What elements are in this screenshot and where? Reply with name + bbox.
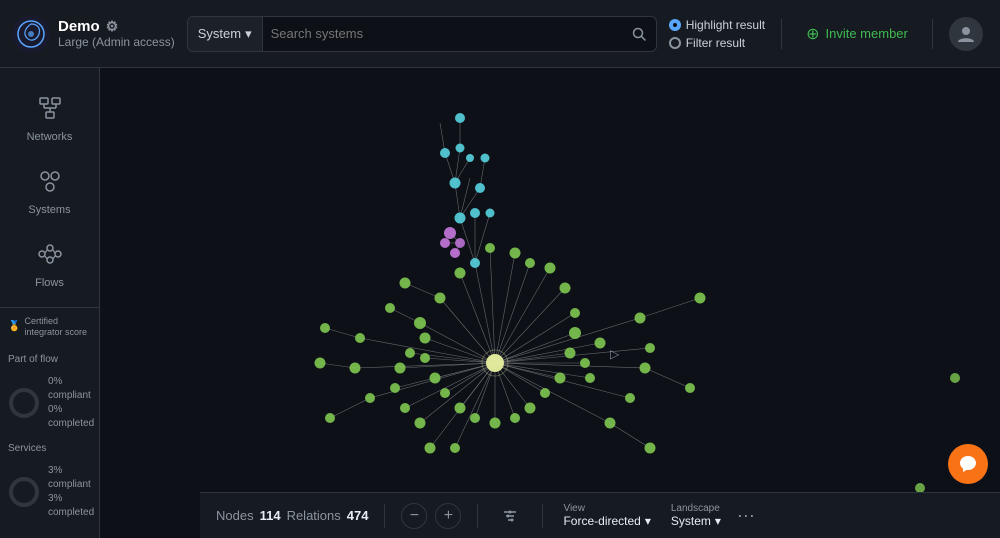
part-of-flow-circle [8, 387, 40, 419]
services-score: 3% compliant 3% completed [0, 460, 99, 524]
zoom-controls: − + [401, 503, 461, 529]
services-circle [8, 476, 40, 508]
zoom-in-button[interactable]: + [435, 503, 461, 529]
header: Demo ⚙ Large (Admin access) System ▾ Hig… [0, 0, 1000, 68]
main-content: Networks Systems [0, 68, 1000, 538]
svg-text:▷: ▷ [610, 347, 620, 361]
view-selector: View Force-directed ▾ [563, 503, 650, 528]
user-avatar[interactable] [949, 17, 983, 51]
networks-label: Networks [27, 131, 73, 143]
sidebar-item-networks[interactable]: Networks [4, 84, 95, 153]
flows-icon [36, 240, 64, 273]
part-of-flow-text: 0% compliant 0% completed [48, 375, 94, 431]
chat-button[interactable] [948, 444, 988, 484]
header-divider [781, 19, 782, 49]
chevron-down-icon: ▾ [645, 514, 651, 528]
score-title: 🏅 Certified integrator score [8, 316, 91, 338]
more-options-button[interactable]: ··· [733, 505, 759, 526]
search-input[interactable] [263, 26, 622, 41]
view-value-dropdown[interactable]: Force-directed ▾ [563, 514, 650, 528]
flows-label: Flows [35, 277, 64, 289]
graph-stats: Nodes 114 Relations 474 [216, 508, 368, 523]
chevron-down-icon: ▾ [245, 26, 252, 42]
relations-count: 474 [347, 508, 369, 523]
bottom-toolbar: Nodes 114 Relations 474 − + [200, 492, 1000, 538]
services-label: Services [0, 439, 99, 456]
systems-label: Systems [28, 204, 70, 216]
part-of-flow-score: 0% compliant 0% completed [0, 371, 99, 435]
network-graph[interactable]: ▷ [100, 68, 1000, 538]
settings-icon[interactable]: ⚙ [106, 18, 119, 35]
services-text: 3% compliant 3% completed [48, 464, 94, 520]
bar-divider-3 [542, 504, 543, 528]
sidebar: Networks Systems [0, 68, 100, 538]
app-logo [12, 15, 50, 53]
search-button[interactable] [622, 17, 656, 51]
search-mode-options: Highlight result Filter result [669, 18, 765, 50]
sidebar-item-systems[interactable]: Systems [4, 157, 95, 226]
highlight-result-option[interactable]: Highlight result [669, 18, 765, 32]
bar-divider-1 [384, 504, 385, 528]
search-type-dropdown[interactable]: System ▾ [188, 17, 263, 51]
part-of-flow-label: Part of flow [0, 350, 99, 367]
filter-radio [669, 37, 681, 49]
graph-area[interactable]: ▷ Nodes 114 Relations 474 − + [100, 68, 1000, 538]
landscape-selector: Landscape System ▾ [671, 503, 721, 528]
header-divider-2 [932, 19, 933, 49]
sidebar-item-flows[interactable]: Flows [4, 230, 95, 299]
app-title: Demo ⚙ [58, 18, 175, 35]
sidebar-score-section: 🏅 Certified integrator score [0, 307, 99, 346]
app-subtitle: Large (Admin access) [58, 35, 175, 49]
plus-circle-icon: ⊕ [806, 24, 819, 44]
bar-divider-2 [477, 504, 478, 528]
landscape-value-dropdown[interactable]: System ▾ [671, 514, 721, 528]
chevron-down-icon: ▾ [715, 514, 721, 528]
filter-controls-button[interactable] [494, 508, 526, 524]
highlight-radio [669, 19, 681, 31]
filter-result-option[interactable]: Filter result [669, 36, 765, 50]
zoom-out-button[interactable]: − [401, 503, 427, 529]
search-bar: System ▾ [187, 16, 657, 52]
nodes-count: 114 [260, 508, 281, 523]
logo-text: Demo ⚙ Large (Admin access) [58, 18, 175, 49]
networks-icon [36, 94, 64, 127]
systems-icon [36, 167, 64, 200]
invite-member-button[interactable]: ⊕ Invite member [798, 24, 916, 44]
logo-area: Demo ⚙ Large (Admin access) [12, 15, 175, 53]
